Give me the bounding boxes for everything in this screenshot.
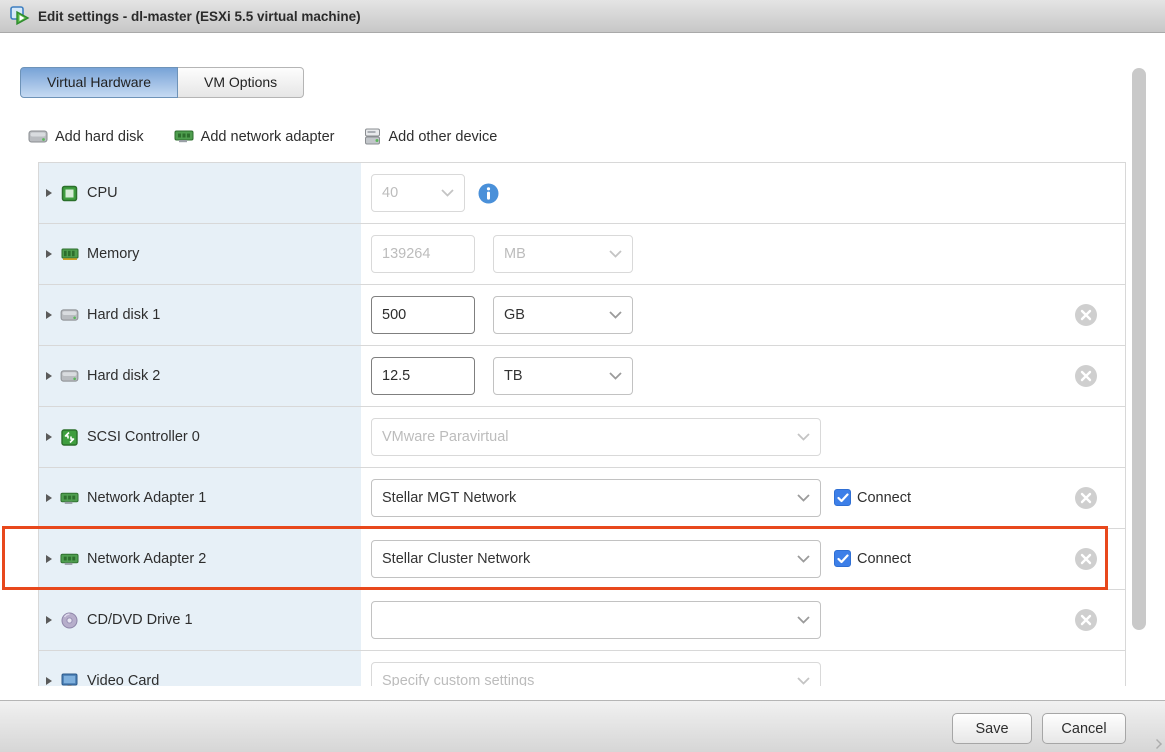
- add-network-adapter-button[interactable]: Add network adapter: [174, 129, 335, 145]
- expand-arrow-icon[interactable]: [46, 616, 52, 624]
- row-label: CD/DVD Drive 1: [87, 612, 193, 628]
- hard-disk-2-size-input[interactable]: [371, 357, 475, 395]
- network-adapter-icon: [60, 550, 79, 569]
- cpu-icon: [60, 184, 79, 203]
- expand-arrow-icon[interactable]: [46, 433, 52, 441]
- chevron-down-icon: [797, 494, 810, 502]
- check-icon: [837, 493, 849, 503]
- tab-virtual-hardware[interactable]: Virtual Hardware: [20, 67, 178, 98]
- chevron-down-icon: [797, 555, 810, 563]
- memory-icon: [60, 245, 79, 264]
- vertical-scrollbar[interactable]: [1132, 68, 1146, 630]
- connect-label: Connect: [857, 551, 911, 567]
- scsi-controller-icon: [60, 428, 79, 447]
- network-adapter-icon: [60, 489, 79, 508]
- expand-arrow-icon[interactable]: [46, 311, 52, 319]
- row-network-adapter-2: Network Adapter 2 Stellar Cluster Networ…: [39, 529, 1125, 590]
- chevron-down-icon: [609, 372, 622, 380]
- row-label: SCSI Controller 0: [87, 429, 200, 445]
- row-label: Network Adapter 2: [87, 551, 206, 567]
- row-hard-disk-2: Hard disk 2 TB: [39, 346, 1125, 407]
- chevron-down-icon: [609, 250, 622, 258]
- remove-device-icon[interactable]: [1075, 365, 1097, 387]
- cd-dvd-media-select[interactable]: [371, 601, 821, 639]
- video-card-select[interactable]: Specify custom settings: [371, 662, 821, 686]
- other-device-icon: [364, 128, 381, 145]
- title-bar: Edit settings - dl-master (ESXi 5.5 virt…: [0, 0, 1165, 33]
- network-adapter-icon: [174, 130, 194, 143]
- check-icon: [837, 554, 849, 564]
- connect-checkbox[interactable]: [834, 550, 851, 567]
- remove-device-icon[interactable]: [1075, 609, 1097, 631]
- connect-label: Connect: [857, 490, 911, 506]
- dialog-title: Edit settings - dl-master (ESXi 5.5 virt…: [38, 9, 361, 24]
- expand-arrow-icon[interactable]: [46, 677, 52, 685]
- resize-handle[interactable]: [1152, 739, 1162, 749]
- dialog-footer: Save Cancel: [0, 700, 1165, 752]
- row-label: CPU: [87, 185, 118, 201]
- hard-disk-2-unit-select[interactable]: TB: [493, 357, 633, 395]
- row-label: Memory: [87, 246, 139, 262]
- cpu-count-select[interactable]: 40: [371, 174, 465, 212]
- row-video-card: Video Card Specify custom settings: [39, 651, 1125, 686]
- row-cd-dvd-drive-1: CD/DVD Drive 1: [39, 590, 1125, 651]
- add-device-toolbar: Add hard disk Add network adapter Add ot…: [28, 128, 497, 145]
- video-card-icon: [60, 672, 79, 687]
- scsi-controller-select[interactable]: VMware Paravirtual: [371, 418, 821, 456]
- remove-device-icon[interactable]: [1075, 548, 1097, 570]
- chevron-down-icon: [797, 677, 810, 685]
- tab-vm-options[interactable]: VM Options: [178, 67, 304, 98]
- chevron-down-icon: [797, 616, 810, 624]
- row-label: Video Card: [87, 673, 159, 686]
- hard-disk-1-unit-select[interactable]: GB: [493, 296, 633, 334]
- memory-unit-select[interactable]: MB: [493, 235, 633, 273]
- remove-device-icon[interactable]: [1075, 487, 1097, 509]
- row-cpu: CPU 40: [39, 163, 1125, 224]
- add-other-device-label: Add other device: [388, 129, 497, 145]
- tab-bar: Virtual Hardware VM Options: [20, 67, 304, 98]
- cd-dvd-icon: [60, 611, 79, 630]
- row-label: Hard disk 2: [87, 368, 160, 384]
- info-icon[interactable]: [478, 183, 499, 204]
- expand-arrow-icon[interactable]: [46, 189, 52, 197]
- row-memory: Memory MB: [39, 224, 1125, 285]
- virtual-hardware-table: CPU 40: [38, 162, 1126, 686]
- expand-arrow-icon[interactable]: [46, 250, 52, 258]
- cancel-button[interactable]: Cancel: [1042, 713, 1126, 744]
- save-button[interactable]: Save: [952, 713, 1032, 744]
- row-network-adapter-1: Network Adapter 1 Stellar MGT Network Co…: [39, 468, 1125, 529]
- chevron-down-icon: [797, 433, 810, 441]
- expand-arrow-icon[interactable]: [46, 555, 52, 563]
- chevron-down-icon: [609, 311, 622, 319]
- add-other-device-button[interactable]: Add other device: [364, 128, 497, 145]
- expand-arrow-icon[interactable]: [46, 494, 52, 502]
- expand-arrow-icon[interactable]: [46, 372, 52, 380]
- vm-icon: [10, 6, 30, 26]
- connect-checkbox[interactable]: [834, 489, 851, 506]
- row-label: Hard disk 1: [87, 307, 160, 323]
- add-network-adapter-label: Add network adapter: [201, 129, 335, 145]
- hard-disk-icon: [28, 129, 48, 144]
- memory-size-input[interactable]: [371, 235, 475, 273]
- hard-disk-icon: [60, 367, 79, 386]
- add-hard-disk-button[interactable]: Add hard disk: [28, 129, 144, 145]
- row-label: Network Adapter 1: [87, 490, 206, 506]
- hard-disk-icon: [60, 306, 79, 325]
- hard-disk-1-size-input[interactable]: [371, 296, 475, 334]
- network-adapter-2-select[interactable]: Stellar Cluster Network: [371, 540, 821, 578]
- network-adapter-1-select[interactable]: Stellar MGT Network: [371, 479, 821, 517]
- chevron-down-icon: [441, 189, 454, 197]
- row-scsi-controller-0: SCSI Controller 0 VMware Paravirtual: [39, 407, 1125, 468]
- add-hard-disk-label: Add hard disk: [55, 129, 144, 145]
- remove-device-icon[interactable]: [1075, 304, 1097, 326]
- row-hard-disk-1: Hard disk 1 GB: [39, 285, 1125, 346]
